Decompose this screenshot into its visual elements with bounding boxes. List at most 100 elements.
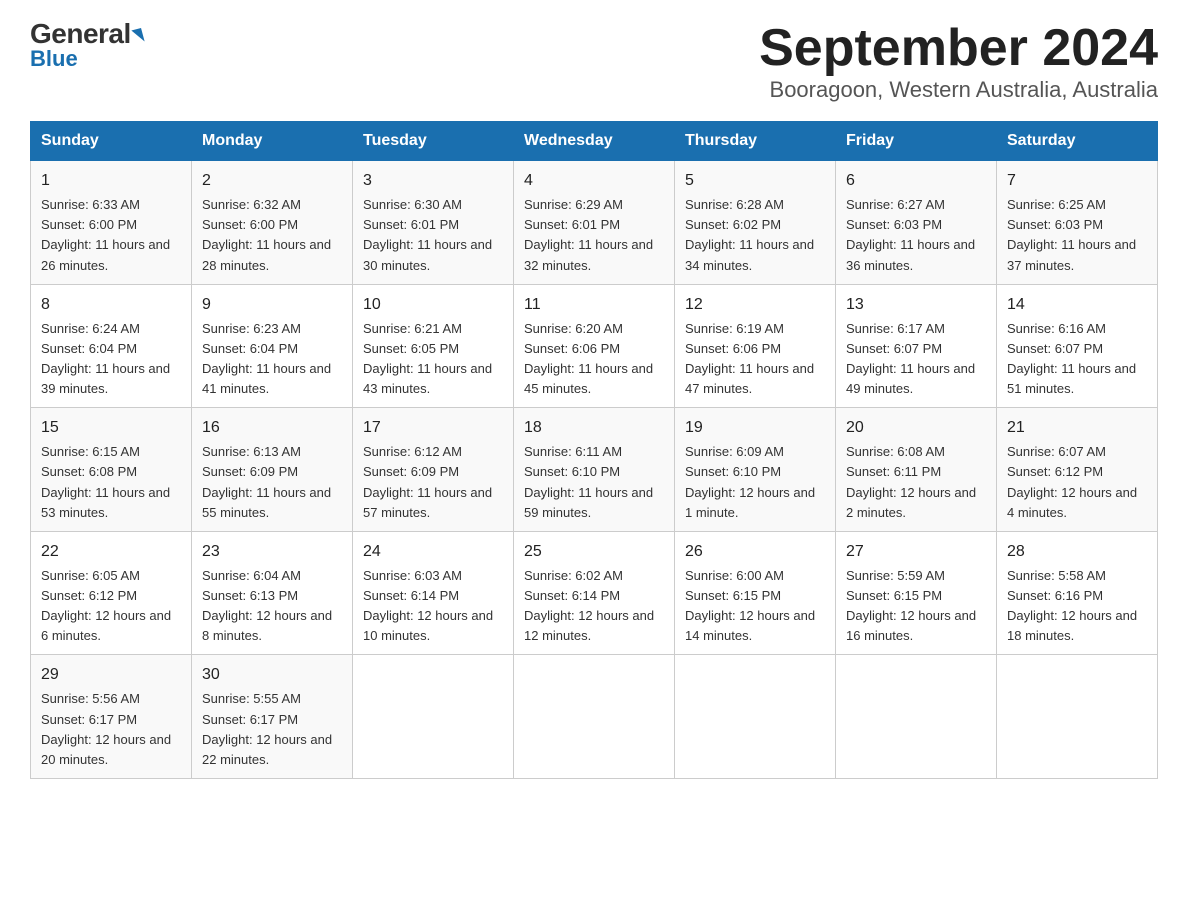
day-info: Sunrise: 6:16 AMSunset: 6:07 PMDaylight:…: [1007, 319, 1147, 400]
day-number: 5: [685, 169, 825, 193]
table-row: 8 Sunrise: 6:24 AMSunset: 6:04 PMDayligh…: [31, 284, 192, 408]
day-info: Sunrise: 6:28 AMSunset: 6:02 PMDaylight:…: [685, 195, 825, 276]
day-info: Sunrise: 5:55 AMSunset: 6:17 PMDaylight:…: [202, 689, 342, 770]
day-info: Sunrise: 6:17 AMSunset: 6:07 PMDaylight:…: [846, 319, 986, 400]
day-number: 6: [846, 169, 986, 193]
table-row: [514, 655, 675, 779]
table-row: 26 Sunrise: 6:00 AMSunset: 6:15 PMDaylig…: [675, 531, 836, 655]
day-info: Sunrise: 6:09 AMSunset: 6:10 PMDaylight:…: [685, 442, 825, 523]
day-number: 22: [41, 540, 181, 564]
day-number: 27: [846, 540, 986, 564]
table-row: [836, 655, 997, 779]
calendar-subtitle: Booragoon, Western Australia, Australia: [759, 77, 1158, 103]
day-info: Sunrise: 6:29 AMSunset: 6:01 PMDaylight:…: [524, 195, 664, 276]
day-number: 29: [41, 663, 181, 687]
table-row: 18 Sunrise: 6:11 AMSunset: 6:10 PMDaylig…: [514, 408, 675, 532]
day-number: 4: [524, 169, 664, 193]
day-info: Sunrise: 6:13 AMSunset: 6:09 PMDaylight:…: [202, 442, 342, 523]
day-info: Sunrise: 6:00 AMSunset: 6:15 PMDaylight:…: [685, 566, 825, 647]
title-block: September 2024 Booragoon, Western Austra…: [759, 20, 1158, 103]
day-info: Sunrise: 6:15 AMSunset: 6:08 PMDaylight:…: [41, 442, 181, 523]
day-info: Sunrise: 6:02 AMSunset: 6:14 PMDaylight:…: [524, 566, 664, 647]
day-number: 7: [1007, 169, 1147, 193]
day-info: Sunrise: 6:25 AMSunset: 6:03 PMDaylight:…: [1007, 195, 1147, 276]
day-number: 1: [41, 169, 181, 193]
table-row: [353, 655, 514, 779]
table-row: 30 Sunrise: 5:55 AMSunset: 6:17 PMDaylig…: [192, 655, 353, 779]
logo-triangle-icon: [131, 28, 144, 44]
table-row: 17 Sunrise: 6:12 AMSunset: 6:09 PMDaylig…: [353, 408, 514, 532]
day-info: Sunrise: 6:12 AMSunset: 6:09 PMDaylight:…: [363, 442, 503, 523]
day-number: 14: [1007, 293, 1147, 317]
col-tuesday: Tuesday: [353, 122, 514, 161]
day-info: Sunrise: 6:30 AMSunset: 6:01 PMDaylight:…: [363, 195, 503, 276]
day-number: 28: [1007, 540, 1147, 564]
table-row: [997, 655, 1158, 779]
table-row: 20 Sunrise: 6:08 AMSunset: 6:11 PMDaylig…: [836, 408, 997, 532]
col-saturday: Saturday: [997, 122, 1158, 161]
day-number: 17: [363, 416, 503, 440]
day-info: Sunrise: 6:04 AMSunset: 6:13 PMDaylight:…: [202, 566, 342, 647]
day-info: Sunrise: 6:11 AMSunset: 6:10 PMDaylight:…: [524, 442, 664, 523]
col-monday: Monday: [192, 122, 353, 161]
table-row: 15 Sunrise: 6:15 AMSunset: 6:08 PMDaylig…: [31, 408, 192, 532]
day-number: 21: [1007, 416, 1147, 440]
day-number: 15: [41, 416, 181, 440]
table-row: 3 Sunrise: 6:30 AMSunset: 6:01 PMDayligh…: [353, 161, 514, 285]
calendar-row-5: 29 Sunrise: 5:56 AMSunset: 6:17 PMDaylig…: [31, 655, 1158, 779]
page-header: General Blue September 2024 Booragoon, W…: [30, 20, 1158, 103]
calendar-row-4: 22 Sunrise: 6:05 AMSunset: 6:12 PMDaylig…: [31, 531, 1158, 655]
table-row: [675, 655, 836, 779]
day-info: Sunrise: 5:58 AMSunset: 6:16 PMDaylight:…: [1007, 566, 1147, 647]
table-row: 2 Sunrise: 6:32 AMSunset: 6:00 PMDayligh…: [192, 161, 353, 285]
calendar-row-1: 1 Sunrise: 6:33 AMSunset: 6:00 PMDayligh…: [31, 161, 1158, 285]
col-wednesday: Wednesday: [514, 122, 675, 161]
table-row: 13 Sunrise: 6:17 AMSunset: 6:07 PMDaylig…: [836, 284, 997, 408]
col-friday: Friday: [836, 122, 997, 161]
day-info: Sunrise: 6:08 AMSunset: 6:11 PMDaylight:…: [846, 442, 986, 523]
table-row: 23 Sunrise: 6:04 AMSunset: 6:13 PMDaylig…: [192, 531, 353, 655]
day-info: Sunrise: 6:24 AMSunset: 6:04 PMDaylight:…: [41, 319, 181, 400]
table-row: 11 Sunrise: 6:20 AMSunset: 6:06 PMDaylig…: [514, 284, 675, 408]
day-info: Sunrise: 5:56 AMSunset: 6:17 PMDaylight:…: [41, 689, 181, 770]
logo-blue: Blue: [30, 46, 78, 72]
day-info: Sunrise: 6:23 AMSunset: 6:04 PMDaylight:…: [202, 319, 342, 400]
day-info: Sunrise: 6:03 AMSunset: 6:14 PMDaylight:…: [363, 566, 503, 647]
table-row: 27 Sunrise: 5:59 AMSunset: 6:15 PMDaylig…: [836, 531, 997, 655]
table-row: 25 Sunrise: 6:02 AMSunset: 6:14 PMDaylig…: [514, 531, 675, 655]
day-info: Sunrise: 5:59 AMSunset: 6:15 PMDaylight:…: [846, 566, 986, 647]
day-info: Sunrise: 6:19 AMSunset: 6:06 PMDaylight:…: [685, 319, 825, 400]
table-row: 10 Sunrise: 6:21 AMSunset: 6:05 PMDaylig…: [353, 284, 514, 408]
logo: General Blue: [30, 20, 143, 72]
table-row: 7 Sunrise: 6:25 AMSunset: 6:03 PMDayligh…: [997, 161, 1158, 285]
table-row: 12 Sunrise: 6:19 AMSunset: 6:06 PMDaylig…: [675, 284, 836, 408]
day-number: 8: [41, 293, 181, 317]
calendar-header-row: Sunday Monday Tuesday Wednesday Thursday…: [31, 122, 1158, 161]
table-row: 1 Sunrise: 6:33 AMSunset: 6:00 PMDayligh…: [31, 161, 192, 285]
day-number: 3: [363, 169, 503, 193]
day-info: Sunrise: 6:27 AMSunset: 6:03 PMDaylight:…: [846, 195, 986, 276]
day-number: 10: [363, 293, 503, 317]
table-row: 21 Sunrise: 6:07 AMSunset: 6:12 PMDaylig…: [997, 408, 1158, 532]
table-row: 4 Sunrise: 6:29 AMSunset: 6:01 PMDayligh…: [514, 161, 675, 285]
calendar-table: Sunday Monday Tuesday Wednesday Thursday…: [30, 121, 1158, 779]
table-row: 24 Sunrise: 6:03 AMSunset: 6:14 PMDaylig…: [353, 531, 514, 655]
day-info: Sunrise: 6:32 AMSunset: 6:00 PMDaylight:…: [202, 195, 342, 276]
day-number: 30: [202, 663, 342, 687]
day-number: 12: [685, 293, 825, 317]
table-row: 16 Sunrise: 6:13 AMSunset: 6:09 PMDaylig…: [192, 408, 353, 532]
table-row: 29 Sunrise: 5:56 AMSunset: 6:17 PMDaylig…: [31, 655, 192, 779]
table-row: 14 Sunrise: 6:16 AMSunset: 6:07 PMDaylig…: [997, 284, 1158, 408]
day-number: 9: [202, 293, 342, 317]
table-row: 6 Sunrise: 6:27 AMSunset: 6:03 PMDayligh…: [836, 161, 997, 285]
day-info: Sunrise: 6:20 AMSunset: 6:06 PMDaylight:…: [524, 319, 664, 400]
calendar-title: September 2024: [759, 20, 1158, 77]
day-number: 25: [524, 540, 664, 564]
day-number: 2: [202, 169, 342, 193]
table-row: 5 Sunrise: 6:28 AMSunset: 6:02 PMDayligh…: [675, 161, 836, 285]
table-row: 22 Sunrise: 6:05 AMSunset: 6:12 PMDaylig…: [31, 531, 192, 655]
day-info: Sunrise: 6:05 AMSunset: 6:12 PMDaylight:…: [41, 566, 181, 647]
day-number: 23: [202, 540, 342, 564]
table-row: 9 Sunrise: 6:23 AMSunset: 6:04 PMDayligh…: [192, 284, 353, 408]
day-number: 16: [202, 416, 342, 440]
